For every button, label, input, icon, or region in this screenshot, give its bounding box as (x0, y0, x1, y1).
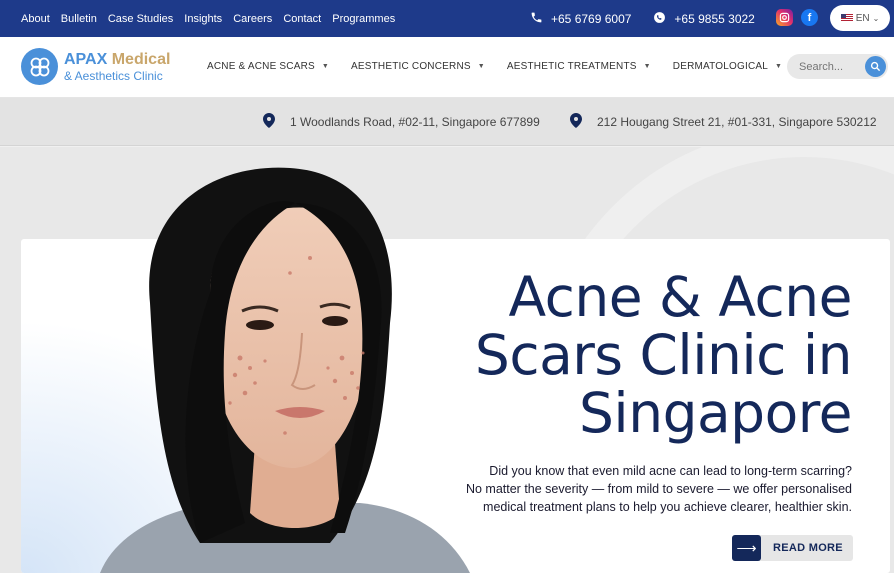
whatsapp-icon (653, 11, 666, 27)
location-pin-icon (570, 113, 582, 131)
nav-aesthetic-treatments-label: AESTHETIC TREATMENTS (506, 61, 637, 72)
nav-aesthetic-concerns-label: AESTHETIC CONCERNS (351, 61, 471, 72)
location-pin-icon (263, 113, 275, 131)
hero-title-line-2: Scars Clinic in (474, 323, 853, 387)
hero-title: Acne & Acne Scars Clinic in Singapore (432, 265, 853, 445)
nav-aesthetic-concerns[interactable]: AESTHETIC CONCERNS ▼ (351, 61, 485, 72)
hero-description-line-1: Did you know that even mild acne can lea… (489, 464, 852, 478)
nav-acne-scars[interactable]: ACNE & ACNE SCARS ▼ (207, 61, 329, 72)
chevron-down-icon: ⌄ (872, 13, 880, 23)
facebook-icon[interactable]: f (801, 9, 818, 26)
nav-dermatological[interactable]: DERMATOLOGICAL ▼ (673, 61, 782, 72)
logo-subtitle: & Aesthetics Clinic (64, 68, 163, 83)
clinic-logo[interactable]: APAX Medical & Aesthetics Clinic (21, 48, 170, 85)
caret-down-icon: ▼ (321, 63, 330, 70)
read-more-label: READ MORE (773, 542, 843, 554)
caret-down-icon: ▼ (775, 63, 783, 70)
top-nav-about[interactable]: About (21, 13, 50, 25)
logo-apax: APAX (64, 50, 108, 68)
logo-title: APAX Medical (64, 50, 171, 68)
instagram-icon[interactable] (776, 9, 793, 26)
read-more-button[interactable]: ⟶ READ MORE (732, 535, 853, 561)
search-icon (870, 61, 881, 72)
top-bar: About Bulletin Case Studies Insights Car… (0, 0, 894, 37)
whatsapp-number: +65 9855 3022 (674, 11, 755, 26)
address-hougang[interactable]: 212 Hougang Street 21, #01-331, Singapor… (570, 113, 877, 131)
language-selector[interactable]: EN ⌄ (830, 5, 890, 31)
phone-link[interactable]: +65 6769 6007 (530, 11, 631, 27)
whatsapp-link[interactable]: +65 9855 3022 (653, 11, 755, 27)
top-nav-bulletin[interactable]: Bulletin (61, 13, 97, 25)
us-flag-icon (840, 14, 853, 22)
contact-numbers: +65 6769 6007 +65 9855 3022 (530, 0, 755, 37)
phone-number: +65 6769 6007 (551, 11, 632, 26)
site-header: APAX Medical & Aesthetics Clinic ACNE & … (0, 37, 894, 98)
search-button[interactable] (865, 56, 886, 77)
main-nav: ACNE & ACNE SCARS ▼ AESTHETIC CONCERNS ▼ A… (207, 61, 782, 72)
nav-acne-scars-label: ACNE & ACNE SCARS (207, 61, 315, 72)
search-input[interactable] (799, 60, 861, 73)
social-links: f (776, 9, 818, 26)
caret-down-icon: ▼ (477, 63, 485, 70)
address-bar: 1 Woodlands Road, #02-11, Singapore 6778… (0, 98, 894, 146)
address-woodlands-text: 1 Woodlands Road, #02-11, Singapore 6778… (290, 115, 540, 129)
hero-title-line-1: Acne & Acne (508, 265, 852, 329)
hero-description-line-2: No matter the severity — from mild to se… (465, 482, 852, 496)
address-hougang-text: 212 Hougang Street 21, #01-331, Singapor… (597, 115, 877, 129)
nav-dermatological-label: DERMATOLOGICAL (672, 61, 769, 72)
top-nav: About Bulletin Case Studies Insights Car… (0, 13, 395, 25)
address-woodlands[interactable]: 1 Woodlands Road, #02-11, Singapore 6778… (263, 113, 540, 131)
logo-medical: Medical (111, 50, 171, 68)
hero-description: Did you know that even mild acne can lea… (432, 462, 852, 516)
top-nav-insights[interactable]: Insights (184, 13, 222, 25)
search-box (787, 54, 888, 79)
hero-title-line-3: Singapore (579, 381, 852, 445)
phone-icon (530, 11, 543, 27)
logo-mark-icon (21, 48, 58, 85)
hero-description-line-3: medical treatment plans to help you achi… (483, 500, 852, 514)
top-nav-case-studies[interactable]: Case Studies (108, 13, 173, 25)
caret-down-icon: ▼ (643, 63, 651, 70)
nav-aesthetic-treatments[interactable]: AESTHETIC TREATMENTS ▼ (507, 61, 651, 72)
language-label: EN (855, 12, 870, 24)
top-nav-programmes[interactable]: Programmes (332, 13, 395, 25)
top-nav-contact[interactable]: Contact (283, 13, 321, 25)
arrow-right-icon: ⟶ (732, 535, 761, 561)
top-nav-careers[interactable]: Careers (233, 13, 272, 25)
